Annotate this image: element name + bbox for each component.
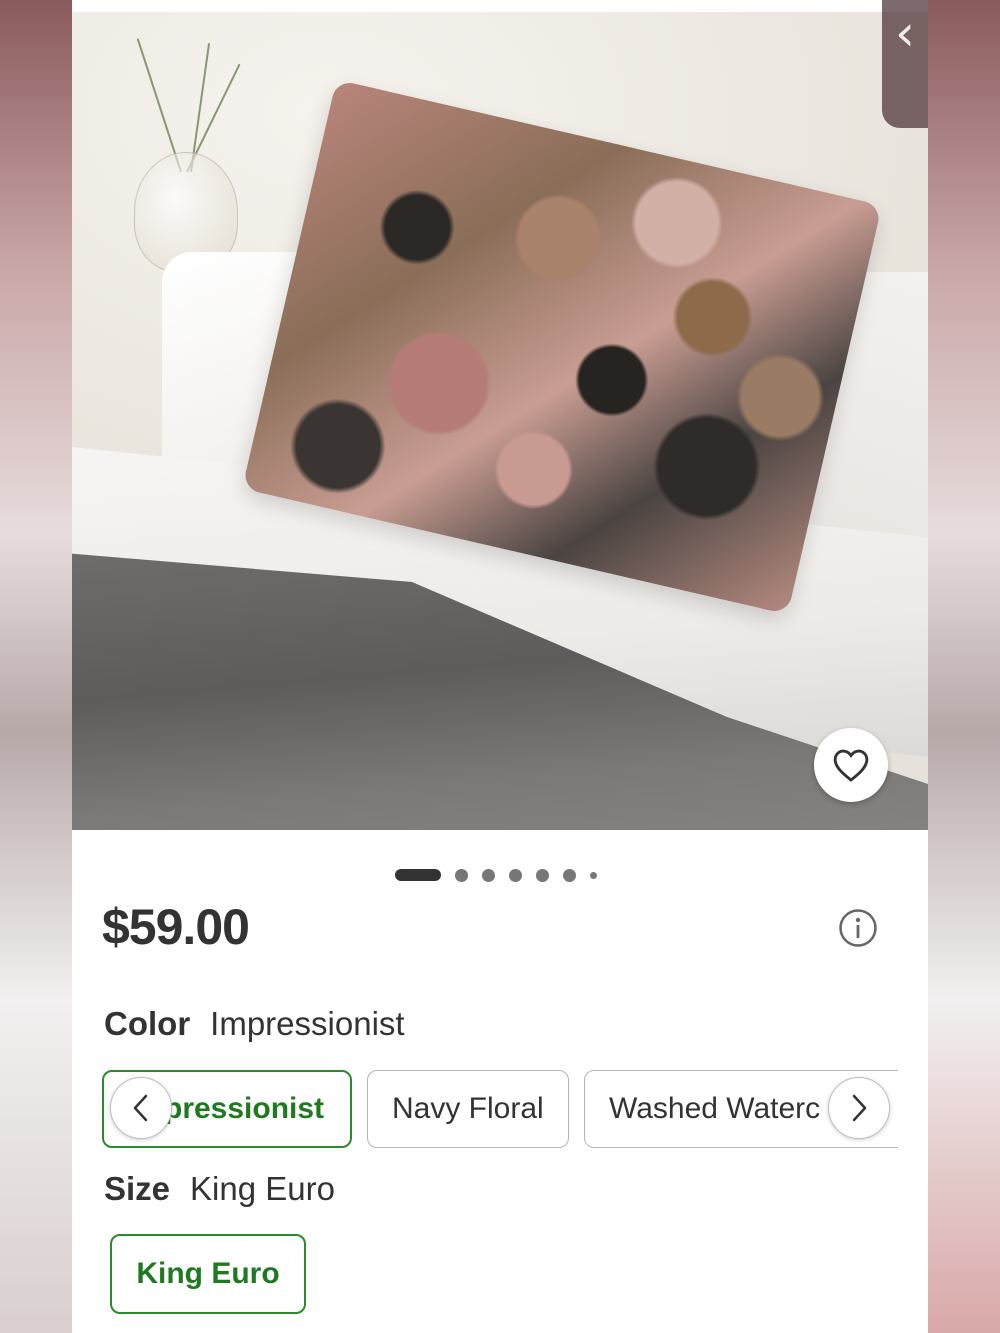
carousel-dot[interactable] — [455, 868, 468, 882]
right-backdrop — [928, 0, 1000, 1333]
size-row: Size King Euro — [104, 1170, 335, 1208]
size-option-label: King Euro — [136, 1257, 280, 1290]
carousel-dot[interactable] — [509, 868, 522, 882]
heart-icon — [833, 749, 869, 782]
carousel-dot[interactable] — [395, 869, 441, 881]
color-row: Color Impressionist — [104, 1005, 405, 1043]
product-panel: $59.00 Color Impressionist pressionist Na… — [72, 0, 928, 1333]
chevron-left-icon — [133, 1094, 148, 1122]
carousel-indicator — [395, 868, 597, 882]
size-selected-value: King Euro — [190, 1170, 335, 1207]
color-label: Color — [104, 1005, 191, 1042]
color-options: pressionist Navy Floral Washed Waterc — [102, 1068, 898, 1150]
color-option-label: Washed Waterc — [609, 1092, 821, 1125]
left-backdrop — [0, 0, 72, 1333]
chevron-right-icon — [852, 1094, 867, 1122]
color-option-label: pressionist — [164, 1092, 325, 1125]
color-option-navy-floral[interactable]: Navy Floral — [367, 1070, 569, 1148]
carousel-dot[interactable] — [590, 871, 597, 879]
color-option-label: Navy Floral — [392, 1092, 544, 1125]
carousel-dot[interactable] — [536, 868, 549, 882]
chips-next-button[interactable] — [828, 1077, 890, 1139]
carousel-dot[interactable] — [482, 868, 495, 882]
size-option-king-euro[interactable]: King Euro — [110, 1234, 306, 1314]
back-tab[interactable]: ‹ — [882, 0, 928, 128]
color-selected-value: Impressionist — [210, 1005, 405, 1042]
chevron-left-icon: ‹ — [895, 4, 915, 62]
carousel-dot[interactable] — [563, 868, 576, 882]
favorite-button[interactable] — [814, 728, 888, 802]
chips-prev-button[interactable] — [110, 1077, 172, 1139]
info-icon[interactable] — [838, 908, 878, 948]
product-price: $59.00 — [102, 899, 250, 955]
size-label: Size — [104, 1170, 171, 1207]
product-image[interactable] — [72, 12, 928, 830]
